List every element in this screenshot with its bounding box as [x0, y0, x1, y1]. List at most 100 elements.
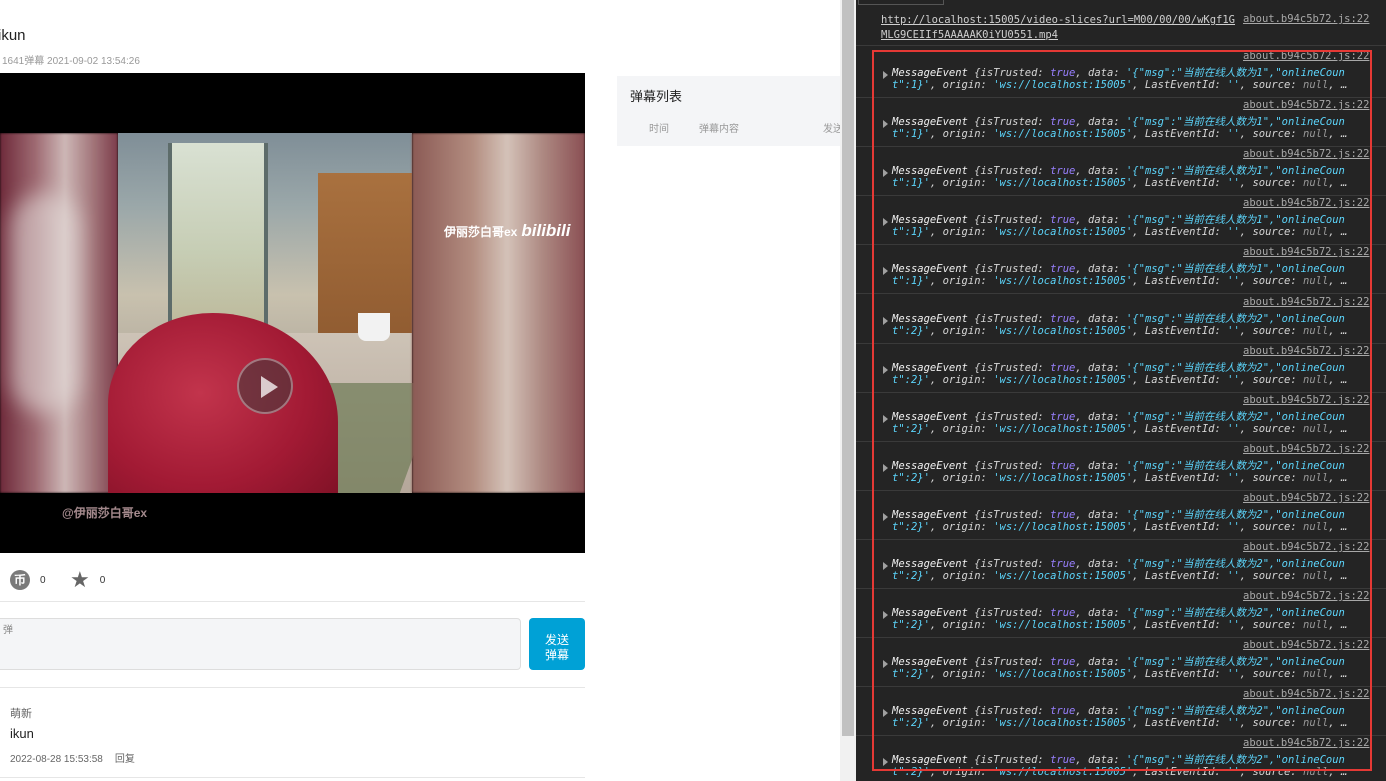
console-entry-line-1: MessageEvent {isTrusted: true, data: '{"…: [892, 754, 1345, 767]
console-entry-line-2: t":2}', origin: 'ws://localhost:15005', …: [892, 668, 1348, 681]
coin-icon[interactable]: 币: [10, 570, 30, 590]
video-watermark-left: @伊丽莎白哥ex: [62, 506, 148, 520]
expand-triangle-icon[interactable]: [883, 512, 888, 521]
expand-triangle-icon[interactable]: [883, 71, 888, 79]
page-scrollbar-thumb[interactable]: [842, 0, 854, 736]
danmaku-list-title: 弹幕列表: [630, 89, 683, 104]
console-entry-line-2: t":2}', origin: 'ws://localhost:15005', …: [892, 520, 1348, 533]
console-entry[interactable]: about.b94c5b72.js:22 MessageEvent {isTru…: [856, 638, 1386, 688]
console-entry[interactable]: about.b94c5b72.js:22 MessageEvent {isTru…: [856, 98, 1386, 148]
console-entry[interactable]: about.b94c5b72.js:22 MessageEvent {isTru…: [856, 589, 1386, 639]
comment-time: 2022-08-28 15:53:58: [10, 754, 103, 765]
divider: [0, 687, 585, 688]
console-entry-line-2: t":2}', origin: 'ws://localhost:15005', …: [892, 422, 1348, 435]
console-entry-line-1: MessageEvent {isTrusted: true, data: '{"…: [892, 558, 1345, 570]
console-entry[interactable]: about.b94c5b72.js:22 MessageEvent {isTru…: [856, 245, 1386, 295]
source-link[interactable]: about.b94c5b72.js:22: [1243, 737, 1369, 749]
console-entry-line-2: t":1}', origin: 'ws://localhost:15005', …: [892, 128, 1348, 141]
console-entry-line-1: MessageEvent {isTrusted: true, data: '{"…: [892, 116, 1345, 129]
source-link[interactable]: about.b94c5b72.js:22: [1243, 13, 1369, 25]
expand-triangle-icon[interactable]: [883, 709, 888, 718]
video-player[interactable]: 伊丽莎白哥ex bilibili @伊丽莎白哥ex: [0, 73, 585, 553]
bilibili-logo: bilibili: [521, 221, 571, 240]
console-entry-line-2: t":2}', origin: 'ws://localhost:15005', …: [892, 471, 1348, 484]
video-frame-blur-left: [0, 133, 118, 493]
video-frame: [0, 133, 585, 493]
expand-triangle-icon[interactable]: [883, 660, 888, 669]
console-log-url: http://localhost:15005/video-slices?url=…: [856, 8, 1386, 46]
source-link[interactable]: about.b94c5b72.js:22: [1243, 541, 1369, 553]
console-entry-line-1: MessageEvent {isTrusted: true, data: '{"…: [892, 214, 1345, 227]
favorite-action[interactable]: ★ 0: [70, 569, 106, 591]
source-link[interactable]: about.b94c5b72.js:22: [1243, 688, 1369, 700]
console-entry-line-2: t":2}', origin: 'ws://localhost:15005', …: [892, 373, 1348, 386]
console-entry-line-1: MessageEvent {isTrusted: true, data: '{"…: [892, 508, 1345, 521]
console-entry[interactable]: about.b94c5b72.js:22 MessageEvent {isTru…: [856, 147, 1386, 197]
source-link[interactable]: about.b94c5b72.js:22: [1243, 443, 1369, 455]
expand-triangle-icon[interactable]: [883, 218, 888, 227]
source-link[interactable]: about.b94c5b72.js:22: [1243, 492, 1369, 504]
console-entry[interactable]: about.b94c5b72.js:22 MessageEvent {isTru…: [856, 687, 1386, 737]
expand-triangle-icon[interactable]: [883, 169, 888, 178]
source-link[interactable]: about.b94c5b72.js:22: [1243, 246, 1369, 258]
source-link[interactable]: about.b94c5b72.js:22: [1243, 394, 1369, 406]
source-link[interactable]: about.b94c5b72.js:22: [1243, 590, 1369, 602]
console-entry-line-2: t":2}', origin: 'ws://localhost:15005', …: [892, 717, 1348, 730]
expand-triangle-icon[interactable]: [883, 562, 888, 570]
column-header-content[interactable]: 弹幕内容: [699, 120, 739, 135]
column-header-time[interactable]: 时间: [649, 120, 669, 135]
console-entry-line-1: MessageEvent {isTrusted: true, data: '{"…: [892, 656, 1345, 669]
expand-triangle-icon[interactable]: [883, 120, 888, 129]
comment-username[interactable]: 萌新: [10, 705, 32, 721]
source-link[interactable]: about.b94c5b72.js:22: [1243, 50, 1369, 62]
console-entry[interactable]: about.b94c5b72.js:22 MessageEvent {isTru…: [856, 491, 1386, 540]
expand-triangle-icon[interactable]: [883, 365, 888, 374]
expand-triangle-icon[interactable]: [883, 611, 888, 620]
star-icon[interactable]: ★: [70, 569, 90, 591]
play-icon[interactable]: [237, 358, 293, 414]
devtools-tab[interactable]: [858, 0, 944, 5]
console-entry[interactable]: about.b94c5b72.js:22 MessageEvent {isTru…: [856, 736, 1386, 781]
video-title: ikun: [0, 27, 26, 44]
expand-triangle-icon[interactable]: [883, 758, 888, 767]
source-link[interactable]: about.b94c5b72.js:22: [1243, 296, 1369, 308]
source-link[interactable]: about.b94c5b72.js:22: [1243, 99, 1369, 111]
console-entry-line-1: MessageEvent {isTrusted: true, data: '{"…: [892, 607, 1345, 620]
console-entry-line-1: MessageEvent {isTrusted: true, data: '{"…: [892, 312, 1345, 325]
console-entry-line-2: t":2}', origin: 'ws://localhost:15005', …: [892, 619, 1348, 632]
favorite-count: 0: [99, 574, 106, 586]
console-entry[interactable]: about.b94c5b72.js:22 MessageEvent {isTru…: [856, 295, 1386, 344]
source-link[interactable]: about.b94c5b72.js:22: [1243, 345, 1369, 357]
console-entry-line-2: t":2}', origin: 'ws://localhost:15005', …: [892, 570, 1348, 582]
console-entry-line-2: t":1}', origin: 'ws://localhost:15005', …: [892, 79, 1348, 91]
console-entry[interactable]: about.b94c5b72.js:22 MessageEvent {isTru…: [856, 540, 1386, 589]
divider: [0, 777, 585, 778]
source-link[interactable]: about.b94c5b72.js:22: [1243, 639, 1369, 651]
console-entry-line-1: MessageEvent {isTrusted: true, data: '{"…: [892, 165, 1345, 178]
console-entry-line-2: t":2}', origin: 'ws://localhost:15005', …: [892, 324, 1348, 337]
coin-action[interactable]: 币 0: [10, 570, 46, 590]
console-entry-line-1: MessageEvent {isTrusted: true, data: '{"…: [892, 459, 1345, 472]
expand-triangle-icon[interactable]: [883, 267, 888, 276]
console-entry-line-1: MessageEvent {isTrusted: true, data: '{"…: [892, 67, 1345, 79]
console-entry-line-2: t":1}', origin: 'ws://localhost:15005', …: [892, 275, 1348, 288]
console-entry[interactable]: about.b94c5b72.js:22 MessageEvent {isTru…: [856, 344, 1386, 393]
expand-triangle-icon[interactable]: [883, 316, 888, 325]
console-entry[interactable]: about.b94c5b72.js:22 MessageEvent {isTru…: [856, 49, 1386, 98]
video-slices-link[interactable]: http://localhost:15005/video-slices?url=…: [881, 13, 1241, 43]
console-entry[interactable]: about.b94c5b72.js:22 MessageEvent {isTru…: [856, 393, 1386, 442]
send-danmaku-button[interactable]: 发送 弹幕: [529, 618, 585, 670]
expand-triangle-icon[interactable]: [883, 414, 888, 423]
video-frame-blur-right: [412, 133, 585, 493]
expand-triangle-icon[interactable]: [883, 463, 888, 472]
video-watermark-right: 伊丽莎白哥ex bilibili: [444, 221, 571, 240]
console-entry[interactable]: about.b94c5b72.js:22 MessageEvent {isTru…: [856, 442, 1386, 491]
coin-count: 0: [40, 574, 46, 586]
danmaku-list-panel: 弹幕列表 时间 弹幕内容 发送: [617, 76, 843, 146]
source-link[interactable]: about.b94c5b72.js:22: [1243, 148, 1369, 160]
reply-link[interactable]: 回复: [115, 754, 135, 765]
video-frame-scene: [108, 133, 440, 493]
console-entry[interactable]: about.b94c5b72.js:22 MessageEvent {isTru…: [856, 196, 1386, 246]
source-link[interactable]: about.b94c5b72.js:22: [1243, 197, 1369, 209]
danmaku-input[interactable]: 弹: [0, 618, 521, 670]
